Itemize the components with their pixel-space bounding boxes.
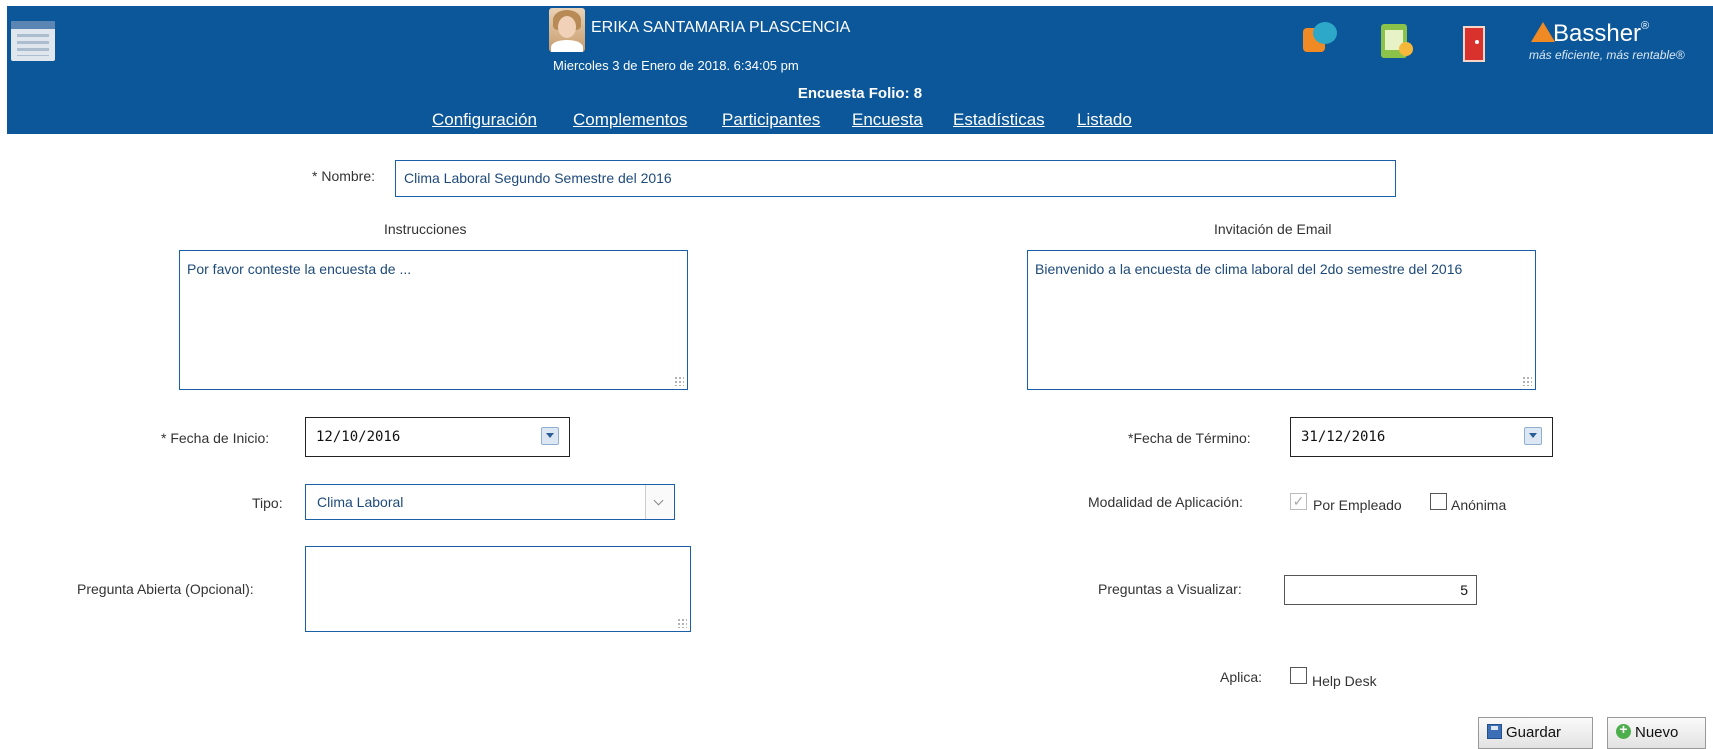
nombre-input[interactable]: Clima Laboral Segundo Semestre del 2016 [395,160,1396,197]
bassher-logo: Bassher® más eficiente, más rentable® [1527,20,1707,62]
document-badge [1399,42,1413,56]
tipo-value: Clima Laboral [317,494,404,510]
chevron-down-icon[interactable] [1524,427,1542,445]
por-empleado-label: Por Empleado [1313,497,1402,513]
document-icon[interactable] [1377,22,1413,58]
instrucciones-textarea[interactable]: Por favor conteste la encuesta de ... [179,250,688,390]
fecha-inicio-datepicker[interactable]: 12/10/2016 [305,417,570,457]
instrucciones-label: Instrucciones [384,221,467,237]
nav-participantes[interactable]: Participantes [722,110,820,130]
guardar-button[interactable]: Guardar [1478,717,1593,749]
instrucciones-text: Por favor conteste la encuesta de ... [187,261,412,277]
tipo-label: Tipo: [252,495,283,511]
invitacion-label: Invitación de Email [1214,221,1332,237]
tipo-select[interactable]: Clima Laboral [305,484,675,520]
anonima-checkbox[interactable] [1430,493,1447,510]
avatar-face [558,16,576,38]
door-knob [1475,40,1479,44]
nuevo-button[interactable]: Nuevo [1607,717,1706,749]
guardar-label: Guardar [1506,724,1562,741]
logo-registered-mark: ® [1641,20,1650,32]
app-window-icon[interactable] [11,21,55,61]
logo-triangle-icon [1531,22,1555,42]
resize-grip-icon[interactable] [674,376,684,386]
current-datetime: Miercoles 3 de Enero de 2018. 6:34:05 pm [553,58,799,73]
preguntas-visualizar-label: Preguntas a Visualizar: [1098,581,1242,597]
fecha-termino-value: 31/12/2016 [1301,429,1386,445]
avatar-shirt [551,40,583,52]
save-icon [1487,724,1502,739]
logo-name: Bassher® [1553,20,1649,48]
fecha-inicio-label: * Fecha de Inicio: [161,430,270,446]
chat-icon[interactable] [1303,22,1339,58]
nav-encuesta[interactable]: Encuesta [852,110,923,130]
invitacion-text: Bienvenido a la encuesta de clima labora… [1035,261,1463,277]
nav-estadisticas[interactable]: Estadísticas [953,110,1045,130]
nav-configuracion[interactable]: Configuración [432,110,537,130]
pregunta-abierta-textarea[interactable] [305,546,691,632]
fecha-inicio-value: 12/10/2016 [316,429,401,445]
pregunta-abierta-label: Pregunta Abierta (Opcional): [77,581,254,597]
app-window-titlebar [11,21,55,29]
help-desk-label: Help Desk [1312,673,1377,689]
help-desk-checkbox[interactable] [1290,667,1307,684]
door-shape [1463,26,1485,62]
chat-bubble-front [1313,22,1337,44]
resize-grip-icon[interactable] [1522,376,1532,386]
app-window-grid [17,34,49,56]
top-header: ERIKA SANTAMARIA PLASCENCIA Miercoles 3 … [7,6,1713,134]
nav-listado[interactable]: Listado [1077,110,1132,130]
por-empleado-checkbox[interactable]: ✓ [1290,493,1307,510]
nombre-label: * Nombre: [312,168,376,184]
aplica-label: Aplica: [1220,669,1263,685]
chevron-down-icon[interactable] [541,427,559,445]
preguntas-visualizar-input[interactable]: 5 [1284,575,1477,605]
user-avatar [549,8,585,52]
resize-grip-icon[interactable] [677,618,687,628]
logo-name-text: Bassher [1553,20,1642,47]
modalidad-label: Modalidad de Aplicación: [1088,494,1243,510]
fecha-termino-label: *Fecha de Término: [1128,430,1251,446]
nuevo-label: Nuevo [1635,724,1679,741]
survey-folio-title: Encuesta Folio: 8 [797,85,923,102]
nav-complementos[interactable]: Complementos [573,110,687,130]
add-icon [1616,721,1631,739]
logo-tagline: más eficiente, más rentable® [1529,48,1685,62]
fecha-termino-datepicker[interactable]: 31/12/2016 [1290,417,1553,457]
anonima-label: Anónima [1451,497,1507,513]
chevron-down-icon[interactable] [645,485,674,519]
exit-door-icon[interactable] [1455,22,1491,62]
invitacion-email-textarea[interactable]: Bienvenido a la encuesta de clima labora… [1027,250,1536,390]
user-name: ERIKA SANTAMARIA PLASCENCIA [591,19,851,36]
